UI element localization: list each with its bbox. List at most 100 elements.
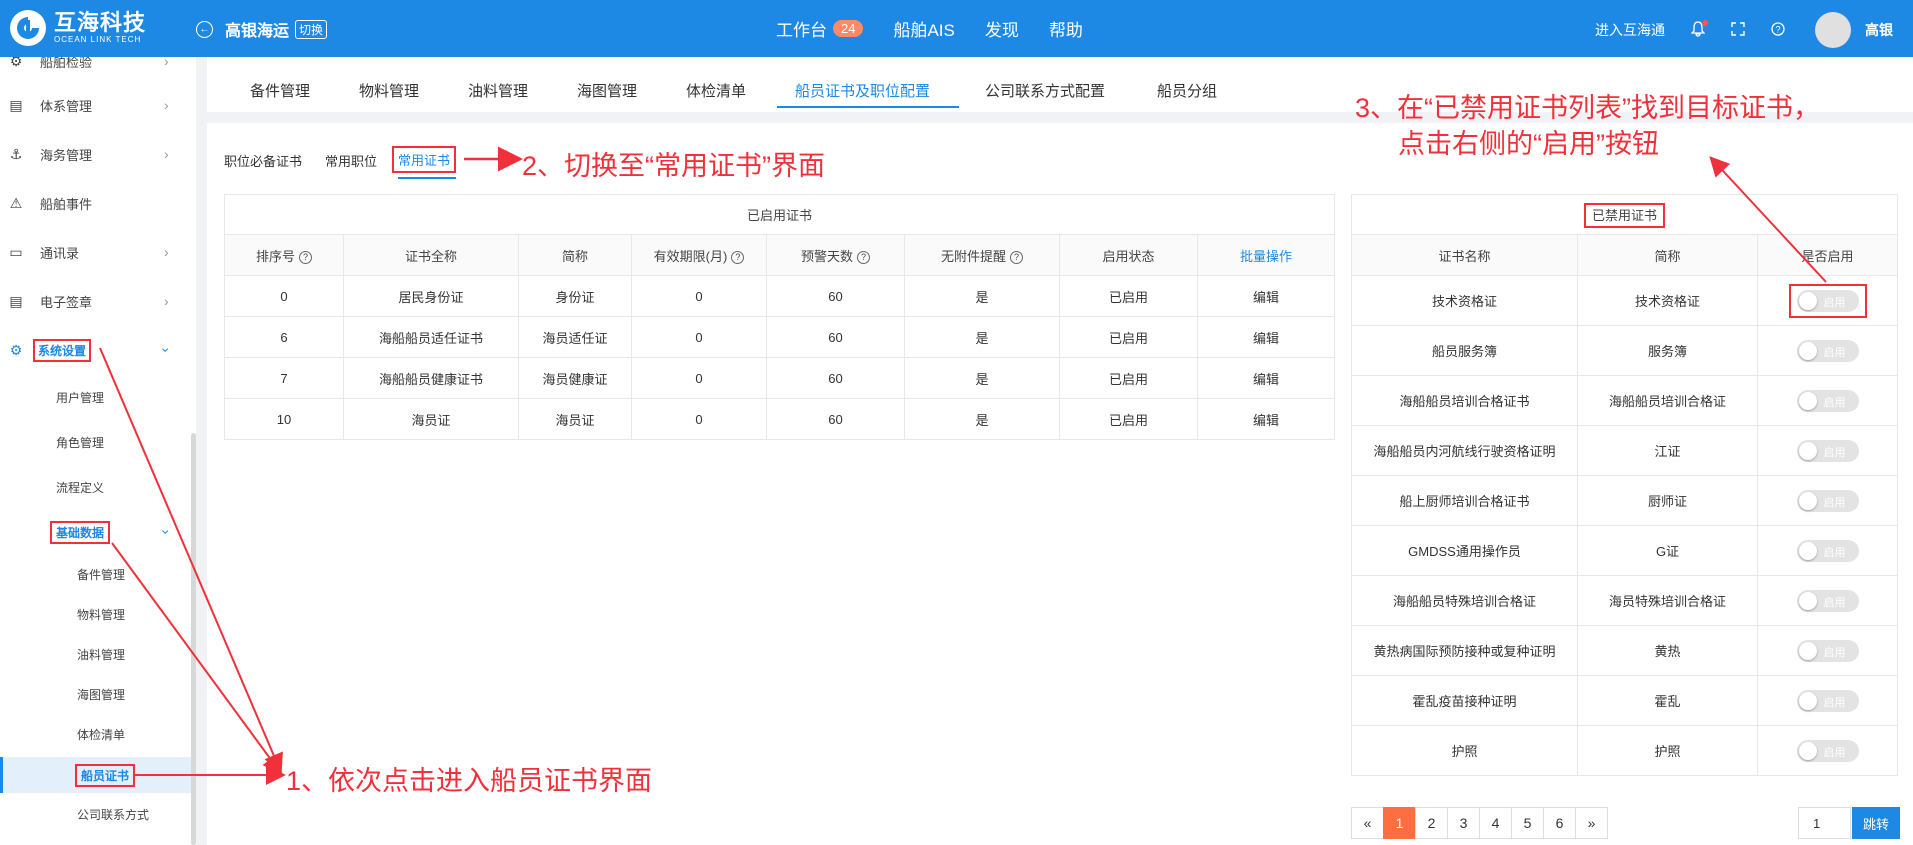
nav-help[interactable]: 帮助 xyxy=(1049,16,1083,41)
sidebar-item-label: 船员证书 xyxy=(75,763,136,787)
sidebar-item-label: 海图管理 xyxy=(77,687,126,702)
enable-toggle[interactable]: 启用 xyxy=(1796,689,1859,712)
enabled-table-caption: 已启用证书 xyxy=(223,194,1336,235)
page-button[interactable]: 2 xyxy=(1415,807,1448,839)
enable-toggle[interactable]: 启用 xyxy=(1796,439,1859,462)
subtab-common-certs[interactable]: 常用证书 xyxy=(392,146,457,173)
toggle-label: 启用 xyxy=(1823,396,1846,409)
tab-crew-certs[interactable]: 船员证书及职位配置 xyxy=(795,80,930,101)
enable-toggle[interactable]: 启用 xyxy=(1796,539,1859,562)
enable-toggle[interactable]: 启用 xyxy=(1796,739,1859,762)
col-no-attachment: 无附件提醒? xyxy=(904,234,1060,276)
col-cert-name: 证书名称 xyxy=(1351,234,1578,276)
tab-crew-groups[interactable]: 船员分组 xyxy=(1157,80,1217,101)
sidebar-sub2-crew-certs[interactable]: 船员证书 xyxy=(0,757,196,793)
nav-workbench[interactable]: 工作台 24 xyxy=(776,16,864,41)
sidebar-item-ship-inspection[interactable]: ⚙ 船舶检验 › xyxy=(0,57,196,75)
edit-link[interactable]: 编辑 xyxy=(1196,316,1336,358)
avatar[interactable] xyxy=(1815,12,1851,48)
sidebar-sub2-materials[interactable]: 物料管理 xyxy=(0,600,196,628)
cell-validity: 0 xyxy=(631,357,767,399)
enable-toggle[interactable]: 启用 xyxy=(1796,489,1859,512)
sidebar-item-e-signature[interactable]: ▤ 电子签章 › xyxy=(0,287,196,315)
tab-materials[interactable]: 物料管理 xyxy=(359,80,419,101)
tab-medical[interactable]: 体检清单 xyxy=(686,80,746,101)
tab-charts[interactable]: 海图管理 xyxy=(577,80,637,101)
sidebar-item-settings[interactable]: ⚙ 系统设置 › xyxy=(0,336,196,364)
bell-icon[interactable] xyxy=(1690,19,1708,40)
page-button[interactable]: 6 xyxy=(1543,807,1576,839)
question-icon[interactable]: ? xyxy=(857,250,870,264)
page-button[interactable]: 3 xyxy=(1447,807,1480,839)
page-button[interactable]: 4 xyxy=(1479,807,1512,839)
next-page-button[interactable]: » xyxy=(1575,807,1608,839)
sidebar-sub2-medical[interactable]: 体检清单 xyxy=(0,720,196,748)
sidebar-item-ship-events[interactable]: ⚠ 船舶事件 xyxy=(0,189,196,217)
sidebar-item-marine-affairs[interactable]: ⚓ 海务管理 › xyxy=(0,140,196,168)
enable-toggle[interactable]: 启用 xyxy=(1796,639,1859,662)
cell-abbr: G证 xyxy=(1577,525,1758,576)
prev-page-button[interactable]: « xyxy=(1351,807,1384,839)
enable-toggle[interactable]: 启用 xyxy=(1796,289,1859,312)
nav-ais[interactable]: 船舶AIS xyxy=(893,16,954,41)
switch-button[interactable]: 切换 xyxy=(295,19,328,39)
question-icon[interactable]: ? xyxy=(1010,250,1023,264)
annotation-step3-line1: 3、在“已禁用证书列表”找到目标证书， xyxy=(1355,93,1820,123)
toggle-label: 启用 xyxy=(1823,546,1846,559)
sidebar-item-label: 用户管理 xyxy=(56,390,105,405)
enable-toggle[interactable]: 启用 xyxy=(1796,389,1859,412)
sidebar-item-system-mgmt[interactable]: ▤ 体系管理 › xyxy=(0,91,196,119)
batch-operation-link[interactable]: 批量操作 xyxy=(1196,234,1336,276)
subtab-common-positions[interactable]: 常用职位 xyxy=(325,151,377,170)
help-icon[interactable]: ? xyxy=(1771,21,1785,39)
page-jump-button[interactable]: 跳转 xyxy=(1852,807,1900,839)
table-row: 黄热病国际预防接种或复种证明 黄热 启用 xyxy=(1351,625,1899,676)
back-arrow-icon[interactable]: ← xyxy=(196,20,213,38)
cell-cert-name: 黄热病国际预防接种或复种证明 xyxy=(1351,625,1578,676)
sidebar-sub2-spare-parts[interactable]: 备件管理 xyxy=(0,560,196,588)
page-button-active[interactable]: 1 xyxy=(1383,807,1416,839)
table-row: 7 海船船员健康证书 海员健康证 0 60 是 已启用 编辑 xyxy=(224,357,1336,399)
enable-toggle[interactable]: 启用 xyxy=(1796,589,1859,612)
cell-validity: 0 xyxy=(631,398,767,440)
table-row: 0 居民身份证 身份证 0 60 是 已启用 编辑 xyxy=(224,275,1336,317)
ship-switcher[interactable]: ← 高银海运 切换 xyxy=(196,17,328,41)
page-button[interactable]: 5 xyxy=(1511,807,1544,839)
cell-abbr: 海员健康证 xyxy=(518,357,632,399)
sidebar-sub-base-data[interactable]: 基础数据 › xyxy=(0,518,196,546)
fullscreen-icon[interactable] xyxy=(1731,21,1745,39)
tab-oil[interactable]: 油料管理 xyxy=(468,80,528,101)
tab-company-contact[interactable]: 公司联系方式配置 xyxy=(985,80,1105,101)
sidebar-sub2-oil[interactable]: 油料管理 xyxy=(0,640,196,668)
cell-fullname: 居民身份证 xyxy=(343,275,519,317)
col-warning-days: 预警天数? xyxy=(766,234,905,276)
question-icon[interactable]: ? xyxy=(731,250,745,264)
subtab-required-certs[interactable]: 职位必备证书 xyxy=(224,151,302,170)
enter-portal-link[interactable]: 进入互海通 xyxy=(1595,20,1665,40)
annotation-step3-line2: 点击右侧的“启用”按钮 xyxy=(1398,129,1659,159)
sidebar-item-contacts[interactable]: ▭ 通讯录 › xyxy=(0,238,196,266)
sidebar-item-label: 体检清单 xyxy=(77,727,126,742)
sidebar-sub-workflow[interactable]: 流程定义 xyxy=(0,473,196,501)
edit-link[interactable]: 编辑 xyxy=(1196,398,1336,440)
cell-cert-name: 海船船员特殊培训合格证 xyxy=(1351,575,1578,626)
page-jump-input[interactable]: 1 xyxy=(1798,807,1851,839)
sidebar-sub-role-mgmt[interactable]: 角色管理 xyxy=(0,428,196,456)
sidebar-sub2-charts[interactable]: 海图管理 xyxy=(0,680,196,708)
user-name[interactable]: 高银 xyxy=(1865,20,1893,40)
nav-discover[interactable]: 发现 xyxy=(985,16,1019,41)
cell-abbr: 护照 xyxy=(1577,725,1758,776)
sidebar-sub2-company-contact[interactable]: 公司联系方式 xyxy=(0,800,196,828)
disabled-table-header: 证书名称 简称 是否启用 xyxy=(1351,234,1899,276)
sidebar-sub-user-mgmt[interactable]: 用户管理 xyxy=(0,383,196,411)
workbench-badge: 24 xyxy=(833,20,864,37)
question-icon[interactable]: ? xyxy=(299,250,312,264)
sidebar-item-label: 船舶事件 xyxy=(40,196,93,212)
tab-spare-parts[interactable]: 备件管理 xyxy=(250,80,310,101)
brand-name-en: OCEAN LINK TECH xyxy=(54,35,142,44)
logo[interactable]: 互海科技 OCEAN LINK TECH xyxy=(10,10,146,46)
enable-toggle[interactable]: 启用 xyxy=(1796,339,1859,362)
edit-link[interactable]: 编辑 xyxy=(1196,275,1336,317)
toggle-label: 启用 xyxy=(1823,446,1846,459)
edit-link[interactable]: 编辑 xyxy=(1196,357,1336,399)
